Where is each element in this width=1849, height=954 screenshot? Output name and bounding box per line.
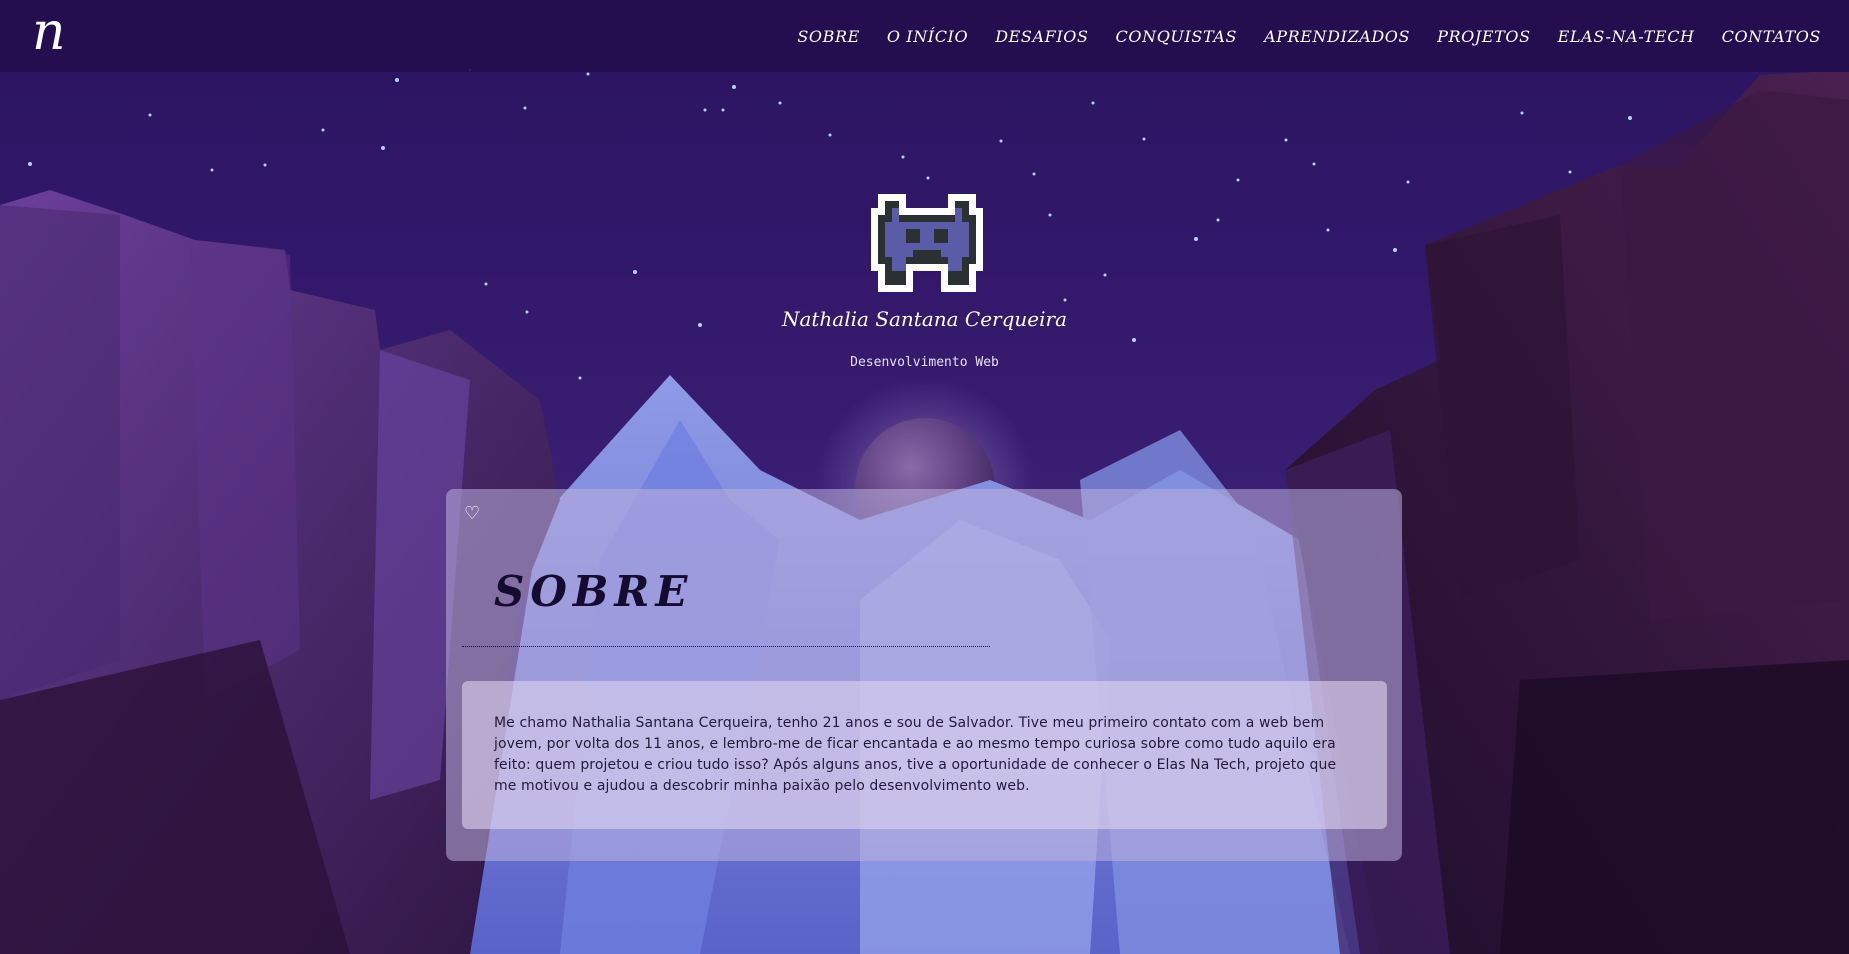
hero-role: Desenvolvimento Web (850, 355, 999, 370)
nav-item-aprendizados[interactable]: APRENDIZADOS (1264, 27, 1410, 46)
about-paragraph: Me chamo Nathalia Santana Cerqueira, ten… (494, 715, 1337, 794)
nav-menu: SOBRE O INÍCIO DESAFIOS CONQUISTAS APREN… (770, 27, 1821, 46)
heart-icon[interactable]: ♡ (464, 505, 480, 523)
pixel-space-invader-icon (871, 193, 983, 293)
nav-item-contatos[interactable]: CONTATOS (1722, 27, 1821, 46)
nav-item-conquistas[interactable]: CONQUISTAS (1116, 27, 1238, 46)
top-navbar: n SOBRE O INÍCIO DESAFIOS CONQUISTAS APR… (0, 0, 1849, 72)
about-card: ♡ SOBRE Me chamo Nathalia Santana Cerque… (446, 489, 1402, 861)
site-logo[interactable]: n (32, 6, 66, 58)
nav-item-desafios[interactable]: DESAFIOS (995, 27, 1088, 46)
hero-name: Nathalia Santana Cerqueira (781, 307, 1068, 331)
page-background: n SOBRE O INÍCIO DESAFIOS CONQUISTAS APR… (0, 0, 1849, 954)
about-text-box: Me chamo Nathalia Santana Cerqueira, ten… (462, 681, 1387, 829)
nav-item-elas-na-tech[interactable]: ELAS-NA-TECH (1558, 27, 1695, 46)
nav-item-projetos[interactable]: PROJETOS (1437, 27, 1531, 46)
section-title: SOBRE (494, 567, 694, 616)
title-divider (462, 646, 990, 647)
nav-item-o-inicio[interactable]: O INÍCIO (887, 27, 968, 46)
nav-item-sobre[interactable]: SOBRE (797, 27, 860, 46)
